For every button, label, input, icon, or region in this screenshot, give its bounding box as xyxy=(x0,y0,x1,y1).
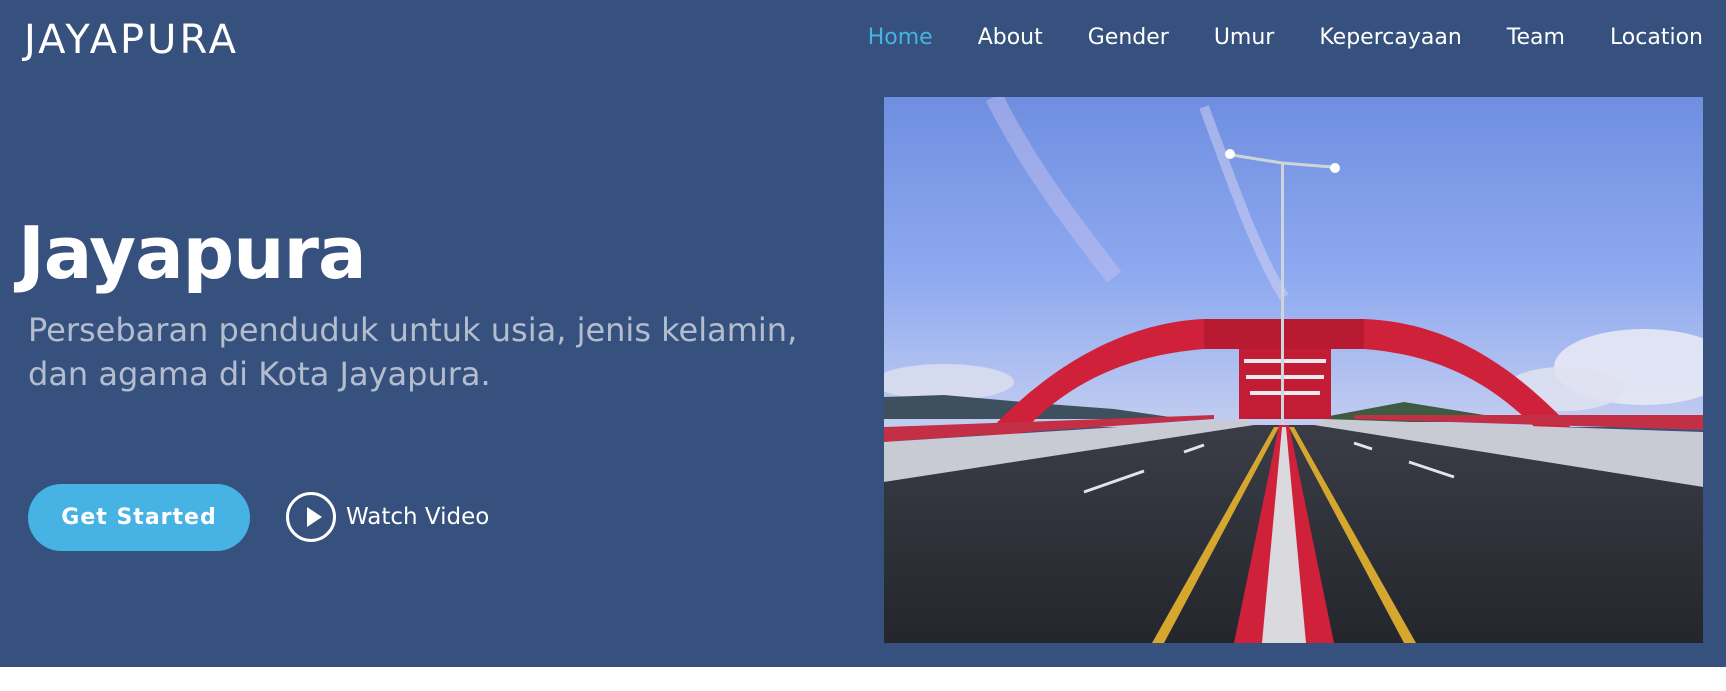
hero-title: Jayapura xyxy=(18,211,367,295)
nav-location[interactable]: Location xyxy=(1610,18,1703,58)
nav-umur[interactable]: Umur xyxy=(1214,18,1275,58)
nav-home[interactable]: Home xyxy=(868,18,933,58)
red-arch-bridge-photo xyxy=(884,97,1703,643)
nav-kepercayaan[interactable]: Kepercayaan xyxy=(1319,18,1461,58)
watch-video-button[interactable]: Watch Video xyxy=(286,492,489,542)
hero-subtitle: Persebaran penduduk untuk usia, jenis ke… xyxy=(28,311,798,393)
nav-about[interactable]: About xyxy=(978,18,1043,58)
watch-video-label: Watch Video xyxy=(346,504,490,530)
main-nav: Home About Gender Umur Kepercayaan Team … xyxy=(823,18,1703,58)
site-logo[interactable]: JAYAPURA xyxy=(24,12,239,68)
hero-section: JAYAPURA Home About Gender Umur Kepercay… xyxy=(0,0,1726,667)
nav-gender[interactable]: Gender xyxy=(1088,18,1169,58)
nav-team[interactable]: Team xyxy=(1507,18,1565,58)
play-circle-icon xyxy=(286,492,336,542)
get-started-button[interactable]: Get Started xyxy=(28,484,250,551)
hero-image xyxy=(884,97,1703,643)
